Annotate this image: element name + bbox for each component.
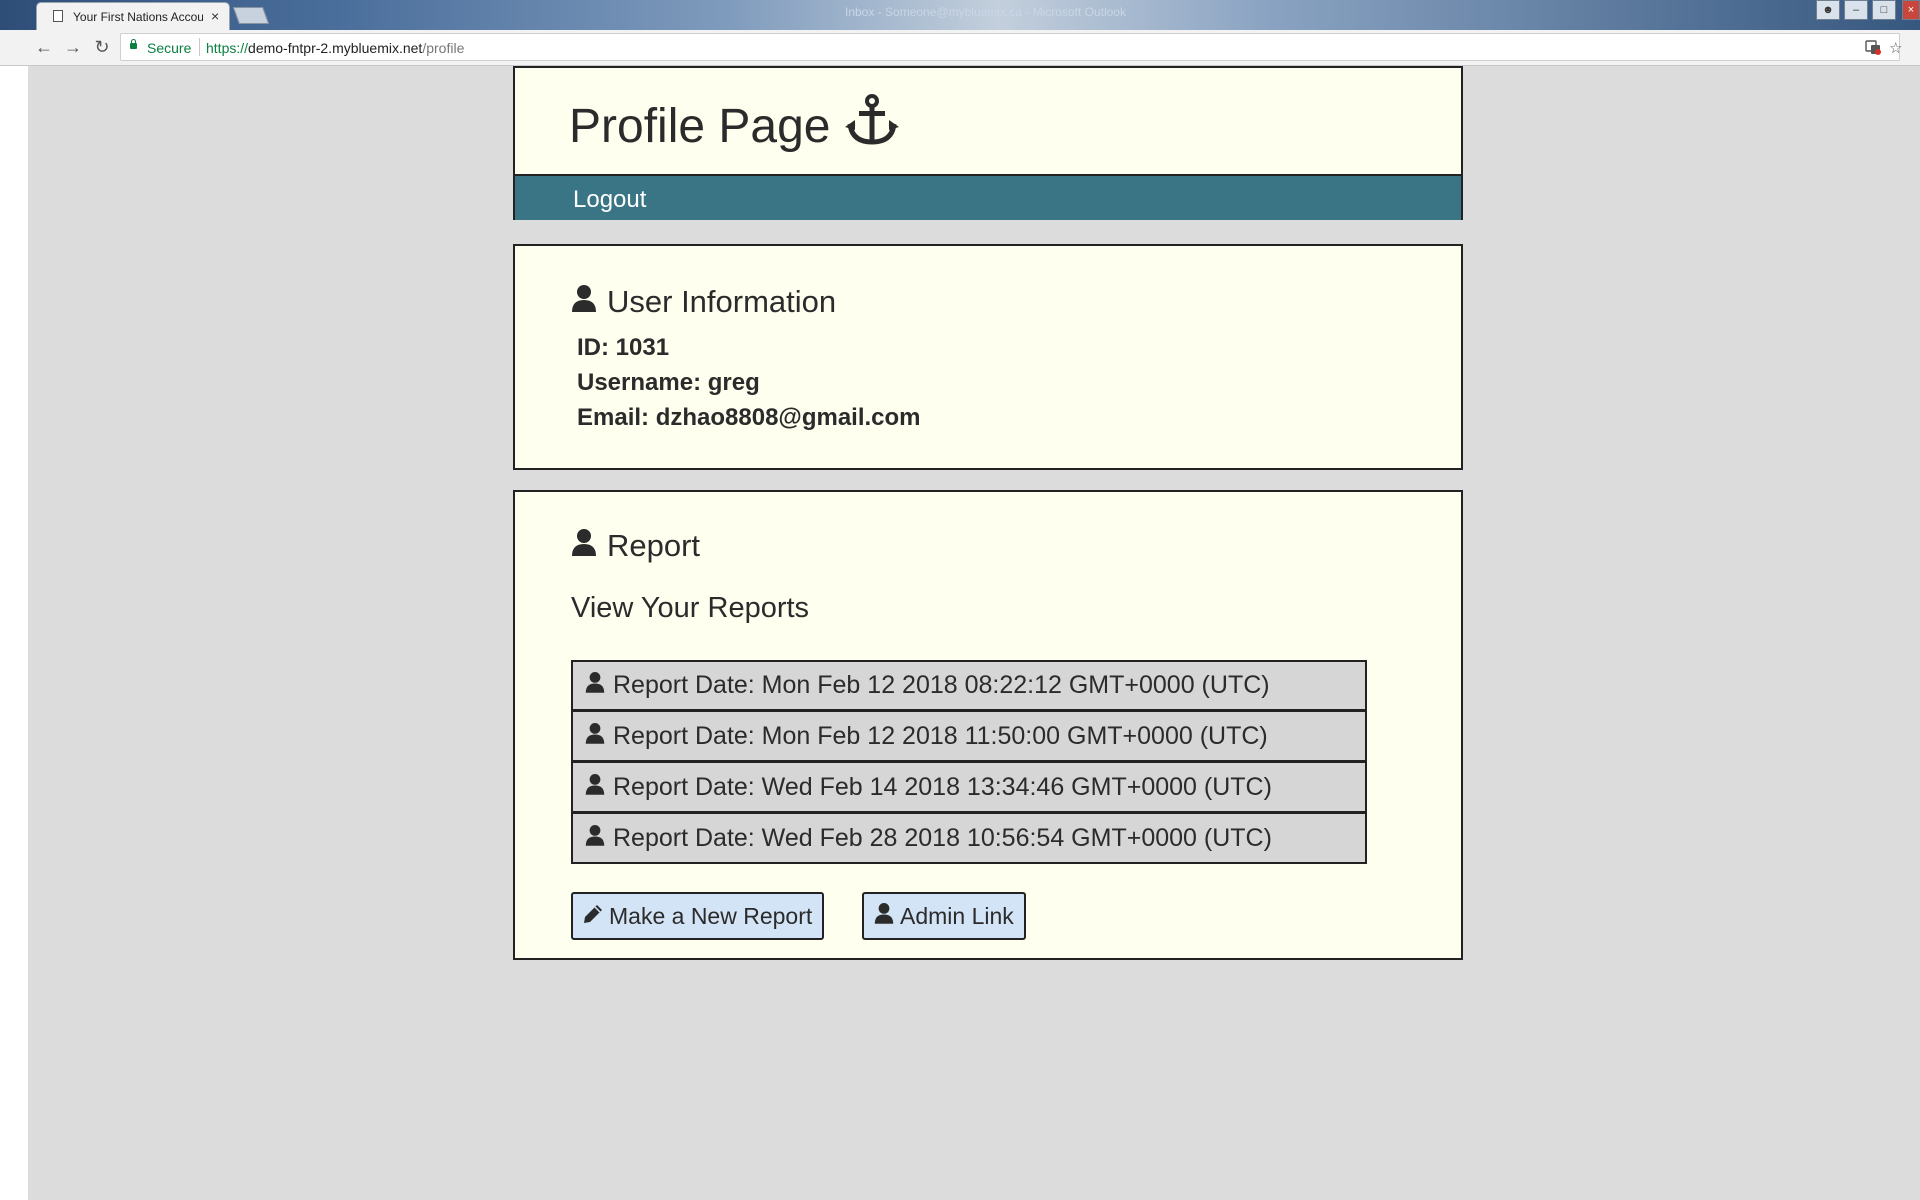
browser-tab[interactable]: Your First Nations Accou × <box>36 2 230 30</box>
new-tab-button[interactable] <box>232 7 270 24</box>
user-profile-button[interactable]: ☻ <box>1816 0 1840 20</box>
user-icon <box>874 902 894 930</box>
url-scheme: https:// <box>206 40 249 56</box>
new-report-label: Make a New Report <box>609 902 813 929</box>
close-window-button[interactable]: × <box>1902 0 1920 20</box>
report-card: Report View Your Reports Report Date: Mo… <box>513 490 1463 960</box>
user-icon <box>585 671 605 700</box>
url-separator <box>199 38 200 56</box>
maximize-button[interactable]: □ <box>1872 0 1896 20</box>
forward-icon[interactable]: → <box>63 37 83 58</box>
logout-link[interactable]: Logout <box>573 186 646 214</box>
header-card: Profile Page Logout <box>513 66 1463 220</box>
reload-icon[interactable]: ↻ <box>92 37 112 58</box>
page-title-text: Profile Page <box>569 99 831 153</box>
report-heading-text: Report <box>607 528 701 563</box>
nav-bar: Logout <box>515 174 1461 220</box>
star-icon[interactable]: ☆ <box>1889 39 1902 57</box>
user-icon <box>585 824 605 853</box>
url-host: demo-fntpr-2.mybluemix.net <box>248 40 423 56</box>
user-icon <box>585 773 605 802</box>
window-titlebar: Your First Nations Accou × Inbox - Someo… <box>0 0 1920 30</box>
browser-toolbar: ← → ↻ Secure https://demo-fntpr-2.myblue… <box>0 30 1920 66</box>
user-email: Email: dzhao8808@gmail.com <box>577 404 921 431</box>
back-icon[interactable]: ← <box>34 37 54 58</box>
report-list: Report Date: Mon Feb 12 2018 08:22:12 GM… <box>571 660 1367 864</box>
translate-icon[interactable] <box>1865 39 1881 59</box>
user-info-card: User Information ID: 1031 Username: greg… <box>513 244 1463 470</box>
new-report-button[interactable]: Make a New Report <box>571 892 825 940</box>
page-viewport: Profile Page Logout User Information ID:… <box>28 66 1920 1200</box>
report-heading: Report <box>571 528 700 564</box>
address-bar[interactable]: Secure https://demo-fntpr-2.mybluemix.ne… <box>120 33 1902 61</box>
reports-subheading: View Your Reports <box>571 592 810 624</box>
user-id: ID: 1031 <box>577 334 670 361</box>
page-icon <box>53 10 63 22</box>
tab-close-button[interactable]: × <box>211 8 219 24</box>
anchor-icon <box>844 94 899 158</box>
report-item-label: Report Date: Wed Feb 28 2018 10:56:54 GM… <box>613 823 1272 852</box>
user-info-heading: User Information <box>571 284 836 320</box>
admin-link-button[interactable]: Admin Link <box>862 892 1026 940</box>
username: Username: greg <box>577 369 760 396</box>
report-item[interactable]: Report Date: Wed Feb 28 2018 10:56:54 GM… <box>571 813 1367 864</box>
minimize-button[interactable]: – <box>1844 0 1868 20</box>
user-icon <box>571 528 597 564</box>
admin-link-label: Admin Link <box>900 902 1014 929</box>
secure-label: Secure <box>147 40 192 56</box>
url-text[interactable]: https://demo-fntpr-2.mybluemix.net/profi… <box>206 40 464 56</box>
left-margin <box>0 66 28 1200</box>
pencil-icon <box>583 903 603 930</box>
lock-icon <box>130 39 137 49</box>
window-title: Inbox - Someone@mybluemix.ca - Microsoft… <box>845 5 1126 19</box>
report-item[interactable]: Report Date: Wed Feb 14 2018 13:34:46 GM… <box>571 762 1367 813</box>
url-path: /profile <box>422 40 465 56</box>
user-icon <box>571 284 597 320</box>
page-title: Profile Page <box>569 94 899 158</box>
report-item[interactable]: Report Date: Mon Feb 12 2018 08:22:12 GM… <box>571 660 1367 711</box>
tab-title: Your First Nations Accou <box>73 10 203 24</box>
report-item[interactable]: Report Date: Mon Feb 12 2018 11:50:00 GM… <box>571 711 1367 762</box>
report-item-label: Report Date: Mon Feb 12 2018 11:50:00 GM… <box>613 721 1268 750</box>
report-item-label: Report Date: Mon Feb 12 2018 08:22:12 GM… <box>613 671 1270 699</box>
report-item-label: Report Date: Wed Feb 14 2018 13:34:46 GM… <box>613 772 1272 801</box>
user-icon <box>585 722 605 751</box>
user-info-heading-text: User Information <box>607 284 837 319</box>
